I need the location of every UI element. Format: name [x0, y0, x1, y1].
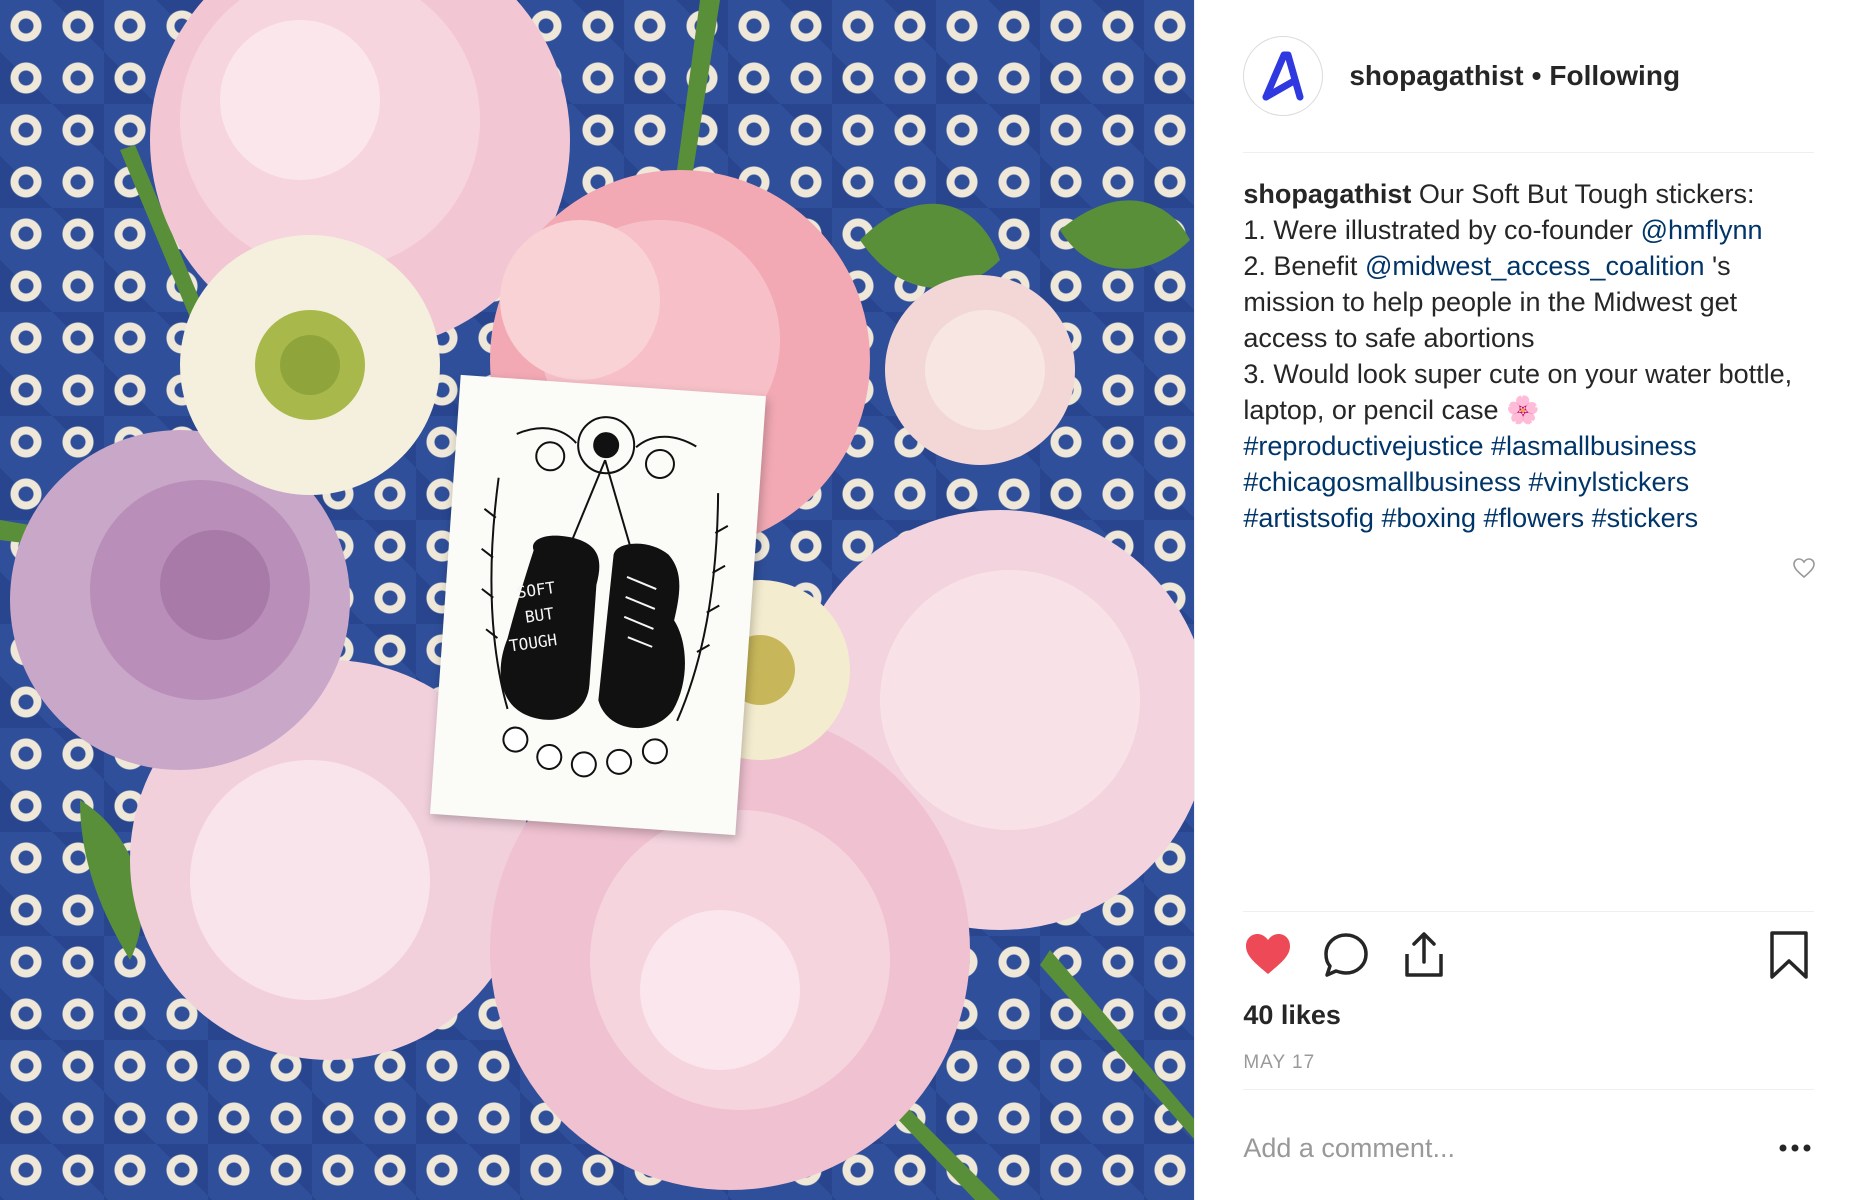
post-photo[interactable]: SOFT BUT TOUGH [0, 0, 1195, 1200]
caption-line-1: Our Soft But Tough stickers: [1411, 179, 1755, 209]
hashtag-stickers[interactable]: #stickers [1592, 503, 1699, 533]
comment-bubble-icon[interactable] [1321, 930, 1371, 980]
heart-outline-icon[interactable] [1792, 556, 1816, 580]
sticker-gloves [500, 535, 685, 728]
sticker-flower-crown [516, 416, 697, 479]
caption-line-2: 1. Were illustrated by co-founder [1243, 215, 1641, 245]
hashtag-flowers[interactable]: #flowers [1484, 503, 1585, 533]
agathist-logo-icon [1262, 51, 1304, 101]
heart-filled-icon[interactable] [1243, 930, 1293, 980]
sticker-word-but: BUT [524, 604, 556, 627]
caption-line-3: 2. Benefit [1243, 251, 1365, 281]
post-header: shopagathist • Following [1243, 0, 1815, 153]
header-separator: • [1531, 60, 1542, 91]
post-actions [1243, 930, 1814, 986]
hashtag-lasmallbusiness[interactable]: #lasmallbusiness [1491, 431, 1697, 461]
hashtag-reproductivejustice[interactable]: #reproductivejustice [1243, 431, 1483, 461]
cherry-blossom-emoji: 🌸 [1506, 395, 1540, 425]
post-caption: shopagathist Our Soft But Tough stickers… [1243, 176, 1823, 536]
actions-divider [1243, 911, 1815, 912]
post-date: MAY 17 [1243, 1052, 1316, 1073]
more-options-icon[interactable] [1777, 1138, 1813, 1158]
following-button[interactable]: Following [1549, 60, 1680, 91]
soft-but-tough-sticker: SOFT BUT TOUGH [430, 374, 766, 836]
header-user-info: shopagathist • Following [1349, 60, 1680, 92]
share-icon[interactable] [1399, 930, 1449, 980]
hashtag-vinylstickers[interactable]: #vinylstickers [1529, 467, 1690, 497]
instagram-post: SOFT BUT TOUGH shopagathist • Following sh… [0, 0, 1862, 1200]
hashtag-boxing[interactable]: #boxing [1381, 503, 1476, 533]
comment-divider [1243, 1089, 1815, 1090]
comment-input[interactable] [1243, 1118, 1744, 1178]
caption-username[interactable]: shopagathist [1243, 179, 1411, 209]
username-link[interactable]: shopagathist [1349, 60, 1523, 91]
hashtag-chicagosmallbusiness[interactable]: #chicagosmallbusiness [1243, 467, 1521, 497]
post-side-panel: shopagathist • Following shopagathist Our … [1194, 0, 1862, 1200]
likes-count[interactable]: 40 likes [1243, 1000, 1341, 1031]
avatar[interactable] [1243, 36, 1324, 116]
hashtag-artistsofig[interactable]: #artistsofig [1243, 503, 1374, 533]
boxing-gloves-illustration: SOFT BUT TOUGH [481, 416, 729, 778]
mention-midwest-access-coalition[interactable]: @midwest_access_coalition [1365, 251, 1705, 281]
mention-hmflynn[interactable]: @hmflynn [1641, 215, 1763, 245]
sticker-bottom-flowers [502, 726, 668, 778]
bookmark-icon[interactable] [1764, 930, 1814, 980]
